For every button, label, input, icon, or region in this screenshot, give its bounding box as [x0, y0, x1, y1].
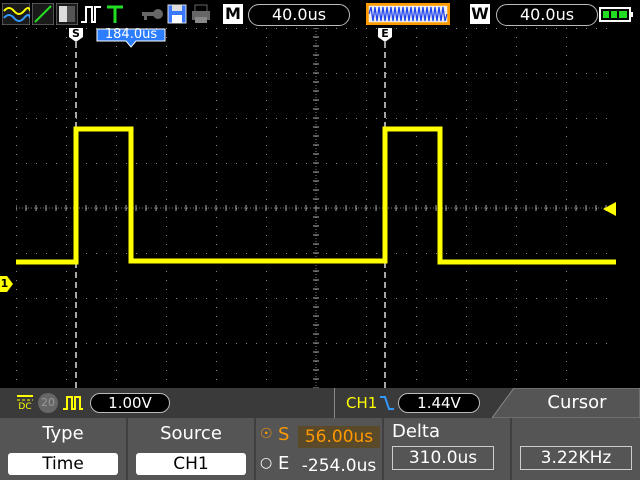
- s-value[interactable]: 56.00us: [298, 426, 380, 448]
- menu-source[interactable]: Source CH1: [128, 418, 254, 480]
- menu-frequency: 3.22KHz: [512, 418, 640, 480]
- s-radio-icon[interactable]: ☉: [260, 426, 273, 442]
- timebase-readout[interactable]: 40.0us: [248, 4, 350, 26]
- divider: [334, 388, 335, 418]
- dc-coupling-icon[interactable]: DC: [16, 392, 34, 414]
- trigger-level-readout[interactable]: 1.44V: [398, 393, 480, 413]
- trigger-level-marker[interactable]: [603, 202, 616, 216]
- trace-layer: [16, 32, 616, 388]
- bandwidth-limit-icon[interactable]: 20: [38, 393, 58, 413]
- memory-depth-indicator[interactable]: [366, 3, 450, 25]
- channel-status-bar: DC 20 1.00V CH1 1.44V Cursor: [0, 388, 640, 418]
- cursor-e-marker[interactable]: E: [377, 27, 393, 42]
- frequency-value: 3.22KHz: [520, 446, 632, 470]
- trigger-position-readout: 184.0us: [104, 27, 158, 42]
- cursor-e-marker-label: E: [381, 27, 389, 40]
- menu-type[interactable]: Type Time: [0, 418, 126, 480]
- source-value[interactable]: CH1: [136, 453, 246, 475]
- e-value[interactable]: -254.0us: [298, 455, 380, 477]
- ch1-ground-marker[interactable]: 1: [0, 276, 13, 292]
- status-bar: M 40.0us W 40.0us: [0, 0, 640, 28]
- menu-delta: Delta 310.0us: [384, 418, 510, 480]
- waveform-display[interactable]: S E 184.0us: [16, 27, 616, 388]
- ch1-ground-marker-label: 1: [0, 277, 9, 290]
- math-icon[interactable]: [32, 3, 54, 25]
- e-label: E: [278, 453, 290, 474]
- cursor-s-marker-label: S: [72, 27, 80, 40]
- menu-cursor-select[interactable]: ☉ S 56.00us ○ E -254.0us: [256, 418, 382, 480]
- ch1-trace: [16, 126, 616, 265]
- main-timebase-label: M: [223, 4, 243, 24]
- display-contrast-icon[interactable]: [56, 3, 78, 25]
- delta-label: Delta: [392, 421, 441, 442]
- e-radio-icon[interactable]: ○: [260, 455, 272, 471]
- delta-value: 310.0us: [392, 446, 494, 470]
- trigger-icon[interactable]: [104, 3, 126, 25]
- type-value[interactable]: Time: [8, 453, 118, 475]
- battery-icon: [599, 3, 635, 25]
- window-timebase-readout[interactable]: 40.0us: [496, 4, 598, 26]
- pulse-icon: [62, 393, 84, 413]
- pulse-trigger-icon[interactable]: [80, 3, 102, 25]
- softkey-menu: Type Time Source CH1 ☉ S 56.00us ○ E -25…: [0, 418, 640, 480]
- source-label: Source: [160, 423, 222, 444]
- trigger-source-label[interactable]: CH1: [346, 394, 377, 412]
- waveform-mode-icon[interactable]: [2, 3, 30, 25]
- falling-edge-icon[interactable]: [379, 393, 395, 413]
- trigger-position-tag[interactable]: 184.0us: [96, 27, 166, 48]
- key-icon: [140, 3, 164, 25]
- menu-title: Cursor: [547, 392, 607, 413]
- s-label: S: [278, 424, 290, 445]
- save-icon[interactable]: [166, 3, 188, 25]
- ch1-volts-per-div[interactable]: 1.00V: [90, 393, 170, 413]
- coupling-label: DC: [18, 402, 32, 412]
- printer-icon[interactable]: [190, 3, 212, 25]
- cursor-s-marker[interactable]: S: [68, 27, 84, 42]
- ch1-trace-edges: [75, 129, 441, 262]
- type-label: Type: [42, 423, 84, 444]
- window-timebase-label: W: [470, 4, 490, 24]
- menu-title-tab: Cursor: [492, 388, 640, 418]
